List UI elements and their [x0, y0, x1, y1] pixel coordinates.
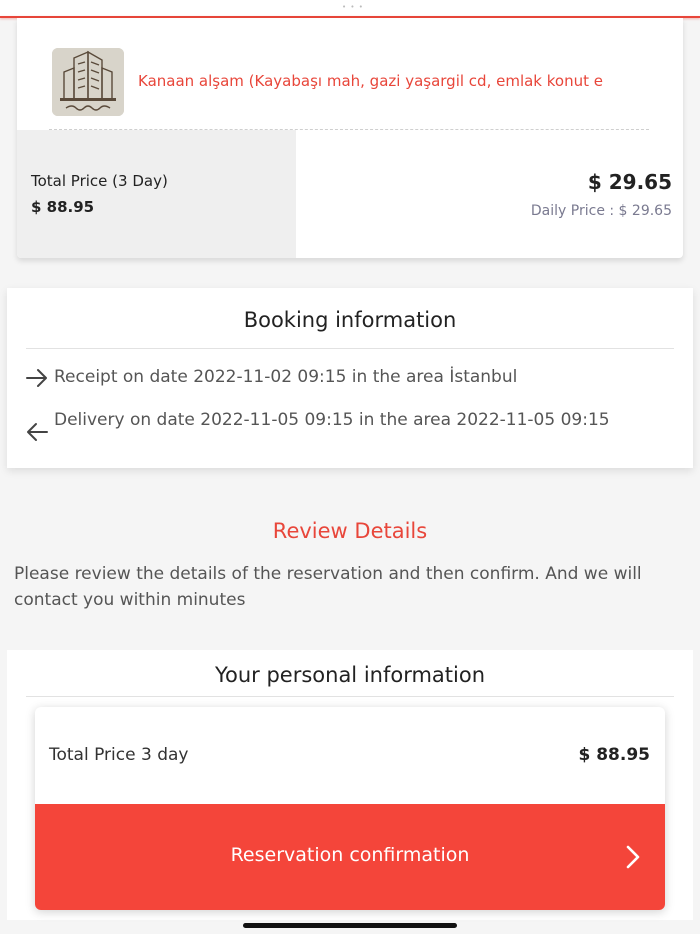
personal-info-title: Your personal information: [214, 663, 486, 687]
daily-price-label: Daily Price : $ 29.65: [530, 203, 672, 219]
company-name: Kanaan alşam (Kayabaşı mah, gazi yaşargi…: [138, 72, 603, 90]
multitask-dots-icon[interactable]: • • •: [342, 3, 364, 11]
chevron-right-icon: [625, 844, 641, 870]
total-price-label: Total Price (3 Day): [31, 172, 168, 190]
review-title: Review Details: [272, 519, 428, 543]
divider: [26, 696, 674, 697]
arrow-right-icon: [24, 366, 50, 390]
total-price-value: $ 88.95: [31, 198, 95, 216]
status-bar: • • •: [0, 0, 700, 16]
receipt-row: Receipt on date 2022-11-02 09:15 in the …: [24, 366, 684, 390]
daily-price-value: $ 29.65: [587, 170, 672, 194]
receipt-text: Receipt on date 2022-11-02 09:15 in the …: [54, 367, 518, 387]
total-price-panel: [17, 130, 296, 258]
sheet-total-label: Total Price 3 day: [49, 745, 189, 765]
delivery-text: Delivery on date 2022-11-05 09:15 in the…: [54, 410, 610, 430]
home-indicator[interactable]: [243, 923, 457, 928]
booking-info-title: Booking information: [243, 308, 457, 332]
company-row[interactable]: Kanaan alşam (Kayabaşı mah, gazi yaşargi…: [49, 36, 649, 130]
sheet-total-value: $ 88.95: [578, 745, 650, 765]
building-logo-icon: [52, 48, 124, 116]
divider: [26, 348, 674, 349]
delivery-row: Delivery on date 2022-11-05 09:15 in the…: [24, 409, 684, 457]
reservation-confirm-button[interactable]: Reservation confirmation: [35, 804, 665, 910]
rental-summary-card: Kanaan alşam (Kayabaşı mah, gazi yaşargi…: [17, 18, 683, 258]
arrow-left-icon: [24, 420, 50, 444]
review-text: Please review the details of the reserva…: [14, 564, 642, 610]
confirm-button-label: Reservation confirmation: [230, 844, 470, 866]
checkout-sheet: Total Price 3 day $ 88.95 Reservation co…: [35, 707, 665, 910]
